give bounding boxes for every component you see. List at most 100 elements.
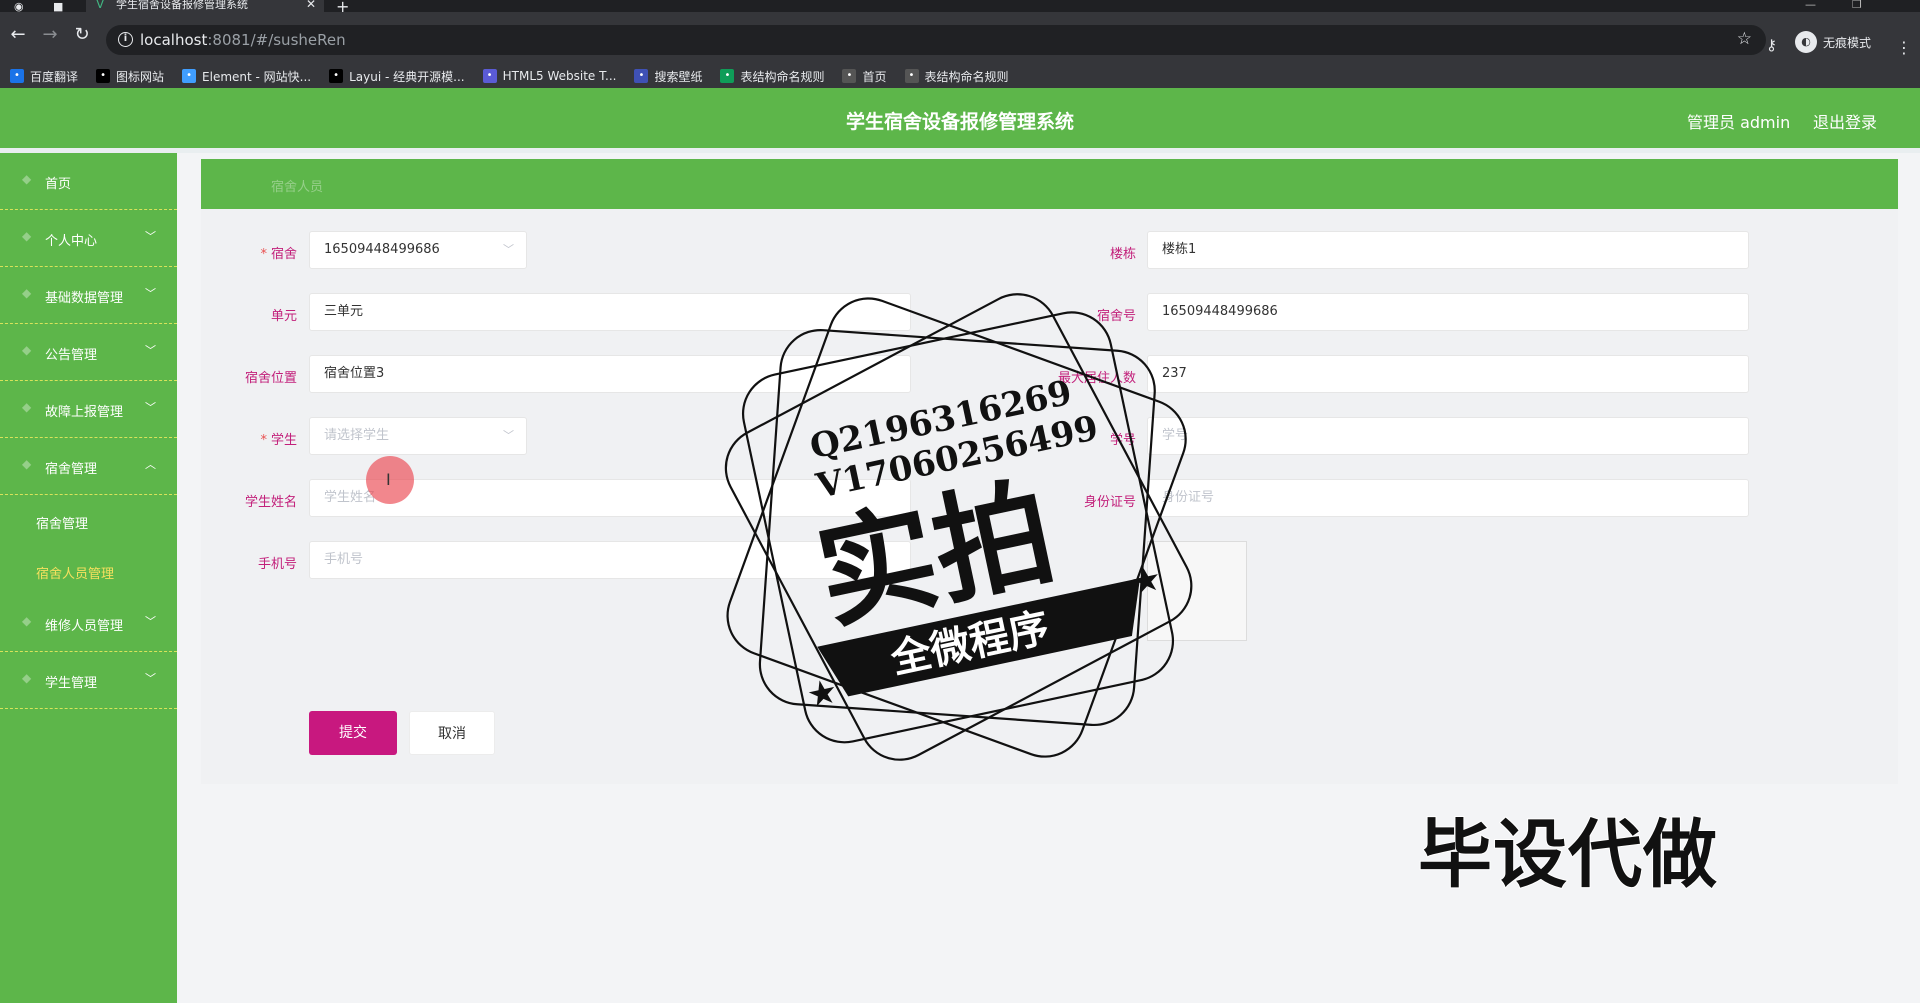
sidebar-subitem[interactable]: 宿舍管理 [0,495,177,545]
student-name-placeholder: 学生姓名 [324,490,377,505]
incognito-icon: ◐ [1795,31,1817,53]
url-host: localhost [140,31,208,49]
sidebar-item[interactable]: ◆ 个人中心 ﹀ [0,210,177,267]
minimize-icon[interactable]: — [1805,0,1816,11]
html5-icon: • [482,69,497,83]
dorm-value: 16509448499686 [324,242,440,257]
globe-icon: • [842,69,857,83]
sidebar-item-label: 首页 [45,177,72,192]
student-no-field[interactable]: 学号 [1147,417,1749,455]
app-title: 学生宿舍设备报修管理系统 [845,111,1074,133]
forward-icon[interactable]: → [38,24,62,45]
url-path: :8081/#/susheRen [207,31,346,49]
chevron-down-icon: ﹀ [145,672,156,685]
reload-icon[interactable]: ↻ [70,24,94,45]
student-icon: ◆ [22,671,32,685]
home-icon: ◆ [22,172,32,186]
translate-icon: • [10,69,24,83]
sidebar-subitem-label: 宿舍人员管理 [36,567,115,582]
sidebar-item[interactable]: ◆ 公告管理 ﹀ [0,324,177,381]
bookmark-label: 百度翻译 [30,69,79,84]
student-placeholder: 请选择学生 [324,428,390,443]
sidebar-item[interactable]: ◆ 基础数据管理 ﹀ [0,267,177,324]
chevron-down-icon: ﹀ [145,615,156,628]
url-text[interactable]: localhost:8081/#/susheRen [140,31,346,49]
restore-icon[interactable]: ❐ [1852,0,1862,11]
flag-icon: • [96,69,111,83]
browser-tab[interactable]: V 学生宿舍设备报修管理系统 ✕ [86,0,324,12]
back-icon[interactable]: ← [6,24,30,45]
bookmark-item[interactable]: • HTML5 Website T... [482,69,617,83]
dorm-location-label: 宿舍位置 [244,371,297,386]
sidebar-item[interactable]: ◆ 故障上报管理 ﹀ [0,381,177,438]
logout-link[interactable]: 退出登录 [1813,109,1877,133]
sidebar-item[interactable]: ◆ 宿舍管理 ︿ [0,438,177,495]
student-label: * 学生 [260,433,297,448]
watermark-stamp: Q2196316269 V17060256499 实拍 全微程序 ★ ★ [724,293,1193,761]
unit-value: 三单元 [324,304,364,319]
site-info-icon[interactable]: i [118,32,133,47]
close-tab-icon[interactable]: ✕ [306,0,316,10]
sidebar-subitem-label: 宿舍管理 [36,517,89,532]
bookmark-label: 搜索壁纸 [654,69,703,84]
bookmark-label: 表结构命名规则 [924,69,1009,84]
dorm-no-field[interactable]: 16509448499686 [1147,293,1749,331]
chevron-down-icon: ﹀ [145,401,156,414]
browser-toolbar: ← → ↻ i localhost:8081/#/susheRen ☆ ⚷ ◐ … [0,12,1920,64]
submit-button[interactable]: 提交 [309,711,397,755]
bookmark-item[interactable]: • 表结构命名规则 [904,68,1009,85]
id-card-field[interactable]: 身份证号 [1147,479,1749,517]
bookmark-star-icon[interactable]: ☆ [1737,29,1752,49]
sidebar-subitem[interactable]: 宿舍人员管理 [0,545,177,595]
bookmark-item[interactable]: • 表结构命名规则 [720,68,824,85]
star-icon: ★ [803,671,841,716]
sidebar-item[interactable]: ◆ 学生管理 ﹀ [0,652,177,709]
fault-icon: ◆ [22,400,32,414]
sidebar-item[interactable]: ◆ 维修人员管理 ﹀ [0,595,177,652]
bookmark-label: 图标网站 [116,69,165,84]
building-field[interactable]: 楼栋1 [1147,231,1749,269]
password-key-icon[interactable]: ⚷ [1766,36,1777,54]
admin-label: 管理员 admin [1687,113,1791,132]
breadcrumb: 宿舍人员 [201,159,1898,209]
chevron-down-icon: ﹀ [503,243,514,256]
sidebar-item-label: 宿舍管理 [45,462,98,477]
element-icon: • [182,69,197,83]
dorm-location-value: 宿舍位置3 [324,366,385,381]
sidebar-item[interactable]: ◆ 首页 [0,153,177,210]
building-label: 楼栋 [1109,247,1136,262]
bookmark-item[interactable]: • Layui - 经典开源模... [329,68,465,85]
bookmark-label: Element - 网站快... [202,69,312,84]
max-occupants-field[interactable]: 237 [1147,355,1749,393]
sidebar-item-label: 个人中心 [45,234,98,249]
phone-placeholder: 手机号 [324,552,364,567]
chevron-down-icon: ﹀ [145,230,156,243]
browser-tabstrip: ◉ ■ V 学生宿舍设备报修管理系统 ✕ + — ❐ [0,0,1920,16]
address-bar[interactable]: i localhost:8081/#/susheRen ☆ [106,25,1766,55]
incognito-indicator[interactable]: ◐ 无痕模式 [1795,29,1871,55]
sidebar-item-label: 基础数据管理 [45,291,124,306]
dorm-select[interactable]: 16509448499686 ﹀ [309,231,527,269]
chevron-down-icon: ﹀ [145,287,156,300]
sheet-icon: • [720,69,735,83]
student-name-label: 学生姓名 [244,495,297,510]
unit-label: 单元 [270,309,297,324]
browser-menu-icon[interactable]: ⋮ [1896,38,1912,57]
bookmark-item[interactable]: • 图标网站 [96,68,164,85]
bookmark-item[interactable]: • 百度翻译 [10,68,78,85]
bookmark-item[interactable]: • 搜索壁纸 [634,68,702,85]
building-value: 楼栋1 [1162,242,1197,257]
layui-icon: • [329,69,344,83]
dorm-label: * 宿舍 [260,247,297,262]
phone-label: 手机号 [257,557,297,572]
bookmark-item[interactable]: • 首页 [842,68,887,85]
student-select[interactable]: 请选择学生 ﹀ [309,417,527,455]
incognito-label: 无痕模式 [1823,35,1872,50]
bookmark-item[interactable]: • Element - 网站快... [182,68,311,85]
chevron-down-icon: ﹀ [145,344,156,357]
tab-title: 学生宿舍设备报修管理系统 [116,0,248,11]
sidebar-item-label: 学生管理 [45,676,98,691]
cancel-button[interactable]: 取消 [409,711,495,755]
bookmark-label: HTML5 Website T... [502,69,617,83]
notice-icon: ◆ [22,343,32,357]
